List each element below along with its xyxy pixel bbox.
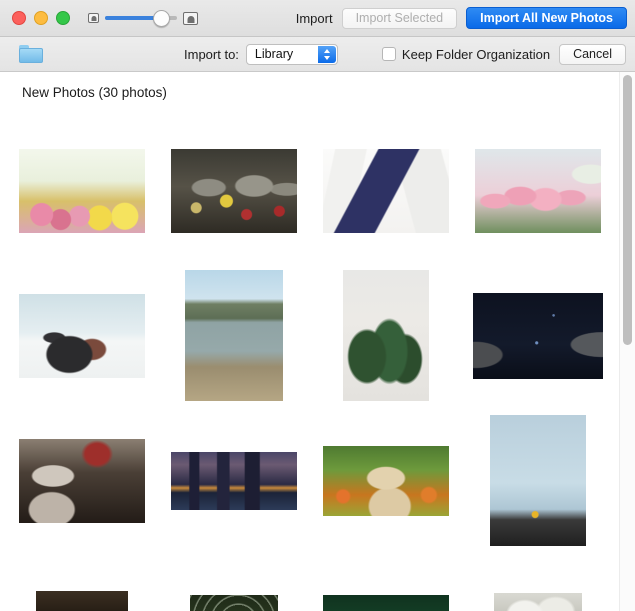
titlebar-toolbar: Import Import Selected Import All New Ph… (0, 0, 635, 37)
hanging-dried-plants-thumbnail[interactable] (343, 270, 429, 401)
photo-cell[interactable] (462, 118, 614, 263)
minimize-window-button[interactable] (34, 11, 48, 25)
photo-grid-row (0, 408, 635, 553)
folder-icon[interactable] (19, 45, 43, 63)
dark-interior-room-thumbnail[interactable] (36, 590, 128, 611)
night-sky-between-rocks-thumbnail[interactable] (473, 292, 603, 379)
photo-cell[interactable] (462, 553, 614, 611)
pink-and-yellow-tulips-thumbnail[interactable] (19, 148, 145, 233)
photo-browser: New Photos (30 photos) (0, 72, 635, 611)
white-blossom-tree-thumbnail[interactable] (494, 592, 582, 611)
small-thumbnail-icon (88, 13, 99, 23)
import-selected-button[interactable]: Import Selected (341, 7, 458, 29)
photo-cell[interactable] (462, 408, 614, 553)
photo-cell[interactable] (310, 408, 462, 553)
photo-cell[interactable] (310, 553, 462, 611)
photo-grid-row (0, 553, 635, 611)
photo-cell[interactable] (158, 118, 310, 263)
golden-retriever-puppy-thumbnail[interactable] (323, 445, 449, 516)
import-all-new-photos-button[interactable]: Import All New Photos (466, 7, 627, 29)
dew-covered-spider-web-thumbnail[interactable] (190, 594, 278, 611)
photo-cell[interactable] (158, 553, 310, 611)
stone-statues-with-flowers-thumbnail[interactable] (171, 148, 297, 233)
import-to-value: Library (254, 47, 294, 61)
photo-cell[interactable] (6, 118, 158, 263)
large-thumbnail-icon (183, 11, 198, 25)
pink-tulip-bouquet-thumbnail[interactable] (475, 148, 601, 233)
import-options-bar: Import to: Library Keep Folder Organizat… (0, 37, 635, 72)
import-to-select[interactable]: Library (245, 43, 338, 65)
photo-grid-row (0, 118, 635, 263)
maximize-window-button[interactable] (56, 11, 70, 25)
keep-folder-organization-label: Keep Folder Organization (401, 46, 551, 62)
slider-track[interactable] (105, 10, 177, 27)
city-skyline-at-dusk-thumbnail[interactable] (171, 451, 297, 510)
photo-cell[interactable] (6, 553, 158, 611)
thumbnail-size-slider[interactable] (88, 10, 198, 27)
close-window-button[interactable] (12, 11, 26, 25)
photo-cell[interactable] (310, 118, 462, 263)
photo-cell[interactable] (6, 408, 158, 553)
grey-tabby-kitten-thumbnail[interactable] (19, 438, 145, 523)
photo-cell[interactable] (462, 263, 614, 408)
hiker-before-waterfall-thumbnail[interactable] (490, 415, 586, 546)
import-window: Import Import Selected Import All New Ph… (0, 0, 635, 611)
pink-lotus-flower-thumbnail[interactable] (323, 594, 449, 611)
window-controls (12, 11, 70, 25)
toolbar-actions: Import Import Selected Import All New Ph… (296, 0, 627, 36)
cancel-button[interactable]: Cancel (559, 43, 626, 65)
toolbar-title: Import (295, 10, 333, 26)
photo-grid (0, 118, 635, 611)
photo-cell[interactable] (158, 408, 310, 553)
photo-cell[interactable] (158, 263, 310, 408)
import-to-label: Import to: (184, 46, 239, 62)
keep-folder-organization-checkbox[interactable] (381, 47, 396, 61)
photo-grid-row (0, 263, 635, 408)
photo-cell[interactable] (310, 263, 462, 408)
harbor-dock-with-ladder-thumbnail[interactable] (185, 270, 283, 401)
chevron-updown-icon (317, 45, 336, 63)
documents-and-navy-booklet-thumbnail[interactable] (323, 148, 449, 233)
import-options-right: Keep Folder Organization Cancel (381, 43, 626, 65)
motorcycle-on-salt-flat-thumbnail[interactable] (19, 293, 145, 378)
slider-knob[interactable] (153, 10, 170, 27)
photo-cell[interactable] (6, 263, 158, 408)
section-title: New Photos (30 photos) (22, 85, 167, 100)
import-destination-group: Import to: Library (184, 43, 338, 65)
